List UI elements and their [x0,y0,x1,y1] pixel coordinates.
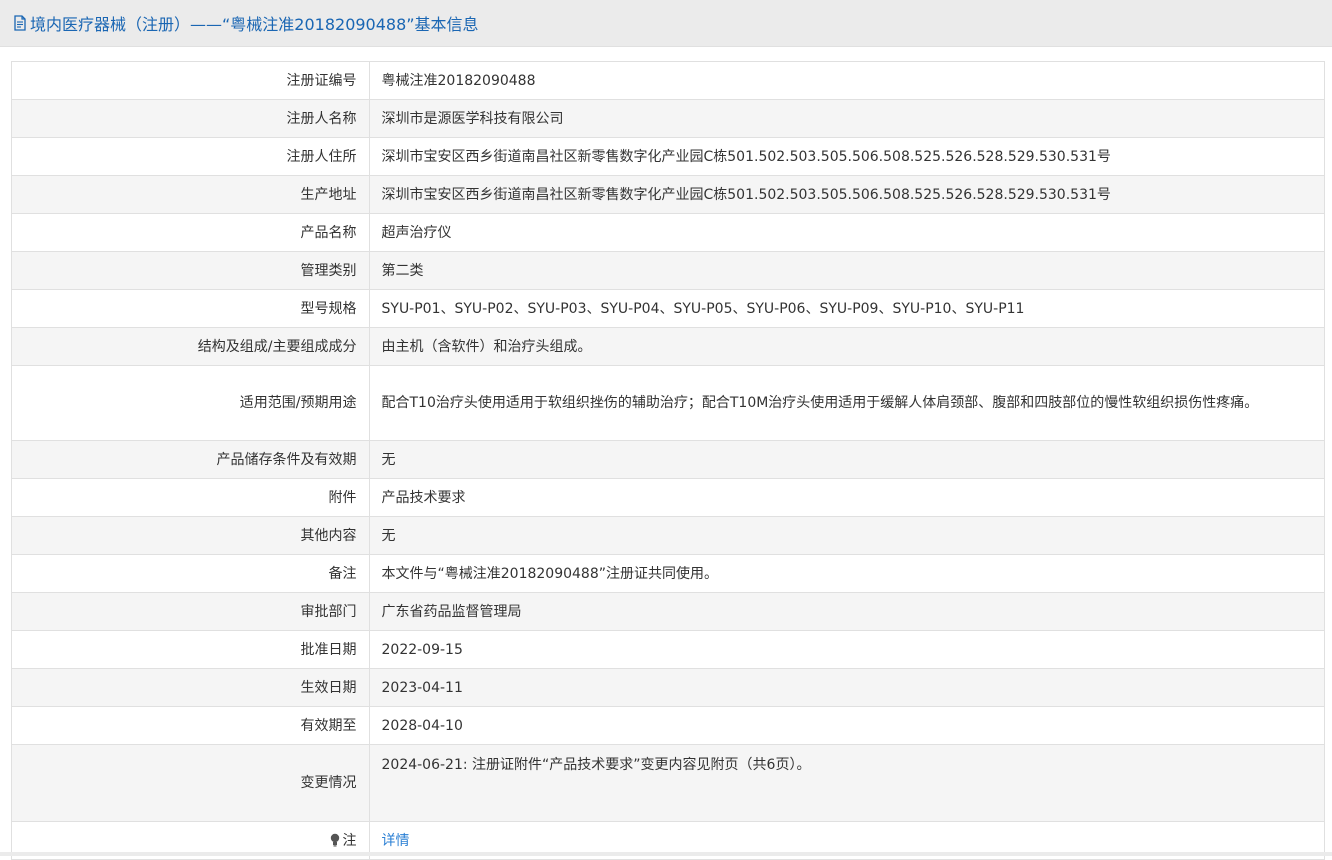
table-row: 有效期至 2028-04-10 [12,706,1324,745]
table-row: 备注 本文件与“粤械注准20182090488”注册证共同使用。 [12,554,1324,593]
row-label: 批准日期 [12,630,370,669]
table-row: 生产地址 深圳市宝安区西乡街道南昌社区新零售数字化产业园C栋501.502.503… [12,175,1324,214]
row-value: 2022-09-15 [369,630,1324,669]
table-row: 注册证编号 粤械注准20182090488 [12,62,1324,100]
page-title: 境内医疗器械（注册）——“粤械注准20182090488”基本信息 [30,15,479,34]
table-row: 适用范围/预期用途 配合T10治疗头使用适用于软组织挫伤的辅助治疗；配合T10M治… [12,365,1324,441]
row-value: 由主机（含软件）和治疗头组成。 [369,327,1324,366]
table-row: 产品储存条件及有效期无 [12,440,1324,479]
row-value: 深圳市宝安区西乡街道南昌社区新零售数字化产业园C栋501.502.503.505… [369,175,1324,214]
row-value: 产品技术要求 [369,478,1324,517]
table-row: 生效日期 2023-04-11 [12,668,1324,707]
row-label: 附件 [12,478,370,517]
table-row: 产品名称 超声治疗仪 [12,213,1324,252]
row-value: 配合T10治疗头使用适用于软组织挫伤的辅助治疗；配合T10M治疗头使用适用于缓解… [369,365,1324,441]
info-table: 注册证编号 粤械注准20182090488 注册人名称 深圳市是源医学科技有限公司 … [12,62,1324,859]
lightbulb-icon [330,833,339,846]
row-value: 无 [369,516,1324,555]
info-panel: 注册证编号 粤械注准20182090488 注册人名称 深圳市是源医学科技有限公司 … [11,61,1325,860]
table-row: 结构及组成/主要组成成分 由主机（含软件）和治疗头组成。 [12,327,1324,366]
row-label: 备注 [12,554,370,593]
row-value: 深圳市是源医学科技有限公司 [369,99,1324,138]
row-value: 2024-06-21: 注册证附件“产品技术要求”变更内容见附页（共6页）。 [369,744,1324,822]
row-value: 超声治疗仪 [369,213,1324,252]
row-label: 其他内容 [12,516,370,555]
note-label: 注 [342,832,357,849]
row-label: 结构及组成/主要组成成分 [12,327,370,366]
row-value: 深圳市宝安区西乡街道南昌社区新零售数字化产业园C栋501.502.503.505… [369,137,1324,176]
footer-divider [0,852,1332,856]
row-value: 广东省药品监督管理局 [369,592,1324,631]
row-label: 生效日期 [12,668,370,707]
row-label: 注册人名称 [12,99,370,138]
row-value: 粤械注准20182090488 [369,62,1324,100]
row-label: 注册证编号 [12,62,370,100]
table-row: 变更情况 2024-06-21: 注册证附件“产品技术要求”变更内容见附页（共6页… [12,744,1324,822]
details-link[interactable]: 详情 [382,833,410,849]
table-row: 其他内容无 [12,516,1324,555]
table-row: 注册人名称 深圳市是源医学科技有限公司 [12,99,1324,138]
row-label: 型号规格 [12,289,370,328]
table-row: 型号规格 SYU-P01、SYU-P02、SYU-P03、SYU-P04、SYU-… [12,289,1324,328]
row-label: 管理类别 [12,251,370,290]
table-row: 注册人住所 深圳市宝安区西乡街道南昌社区新零售数字化产业园C栋501.502.50… [12,137,1324,176]
row-label: 审批部门 [12,592,370,631]
row-value: 本文件与“粤械注准20182090488”注册证共同使用。 [369,554,1324,593]
row-label: 变更情况 [12,744,370,822]
row-label: 适用范围/预期用途 [12,365,370,441]
row-label: 有效期至 [12,706,370,745]
row-label: 产品名称 [12,213,370,252]
table-row: 附件 产品技术要求 [12,478,1324,517]
document-icon [14,15,26,31]
row-label: 产品储存条件及有效期 [12,440,370,479]
row-value: SYU-P01、SYU-P02、SYU-P03、SYU-P04、SYU-P05、… [369,289,1324,328]
row-value: 2023-04-11 [369,668,1324,707]
row-value: 第二类 [369,251,1324,290]
row-label: 生产地址 [12,175,370,214]
table-row: 管理类别 第二类 [12,251,1324,290]
page-header: 境内医疗器械（注册）——“粤械注准20182090488”基本信息 [0,0,1332,47]
table-row: 审批部门 广东省药品监督管理局 [12,592,1324,631]
row-label: 注册人住所 [12,137,370,176]
table-row: 批准日期 2022-09-15 [12,630,1324,669]
row-value: 2028-04-10 [369,706,1324,745]
row-value: 无 [369,440,1324,479]
